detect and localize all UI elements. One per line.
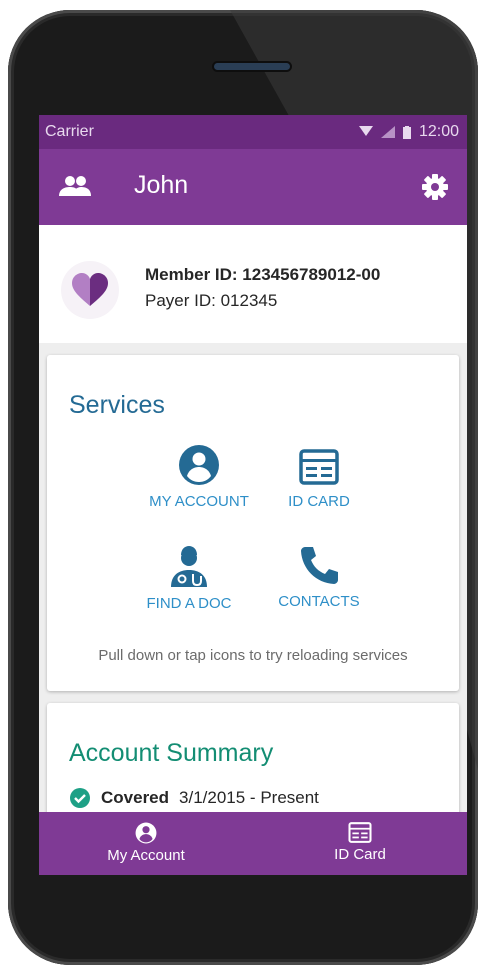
- phone-speaker: [214, 63, 290, 70]
- user-name-title: John: [134, 171, 189, 199]
- id-card-icon: [299, 449, 339, 485]
- app-screen: Carrier 12:00 John Member ID: 1234567890…: [39, 115, 467, 875]
- coverage-row: Covered 3/1/2015 - Present: [69, 787, 319, 809]
- services-card: Services MY ACCOUNT ID CARD FIND A DOC C…: [47, 355, 459, 691]
- doctor-icon: [171, 546, 207, 587]
- signal-icon: [380, 126, 395, 138]
- app-bar: John: [39, 149, 467, 225]
- wifi-icon: [358, 126, 373, 136]
- account-circle-icon: [135, 822, 157, 844]
- services-title: Services: [69, 391, 165, 419]
- nav-label: ID Card: [334, 846, 386, 863]
- nav-label: My Account: [107, 847, 185, 864]
- service-label: CONTACTS: [278, 593, 360, 610]
- status-icons: 12:00: [358, 123, 459, 141]
- service-my-account[interactable]: MY ACCOUNT: [134, 445, 264, 510]
- check-circle-icon: [70, 788, 90, 808]
- member-id: Member ID: 123456789012-00: [145, 265, 381, 284]
- service-id-card[interactable]: ID CARD: [254, 449, 384, 510]
- service-label: FIND A DOC: [146, 595, 232, 612]
- gear-icon[interactable]: [421, 173, 449, 201]
- id-card-icon: [348, 822, 372, 843]
- battery-icon: [402, 125, 411, 139]
- people-icon[interactable]: [59, 175, 91, 197]
- service-contacts[interactable]: CONTACTS: [254, 545, 384, 610]
- member-info: Member ID: 123456789012-00 Payer ID: 012…: [39, 225, 467, 343]
- service-label: MY ACCOUNT: [149, 493, 249, 510]
- bottom-nav: My Account ID Card: [39, 812, 467, 875]
- coverage-period: 3/1/2015 - Present: [179, 788, 319, 807]
- status-bar: Carrier 12:00: [39, 115, 467, 149]
- heart-logo: [61, 261, 119, 319]
- payer-id: Payer ID: 012345: [145, 291, 278, 310]
- reload-hint: Pull down or tap icons to try reloading …: [98, 647, 408, 664]
- carrier-label: Carrier: [45, 123, 94, 140]
- coverage-status: Covered: [101, 788, 170, 807]
- nav-my-account[interactable]: My Account: [39, 812, 253, 875]
- account-circle-icon: [179, 445, 219, 485]
- heart-logo-icon: [72, 273, 108, 306]
- phone-icon: [301, 547, 338, 584]
- service-label: ID CARD: [288, 493, 350, 510]
- clock: 12:00: [418, 123, 459, 140]
- service-find-a-doc[interactable]: FIND A DOC: [124, 545, 254, 612]
- nav-id-card[interactable]: ID Card: [253, 812, 467, 875]
- account-summary-title: Account Summary: [69, 739, 274, 767]
